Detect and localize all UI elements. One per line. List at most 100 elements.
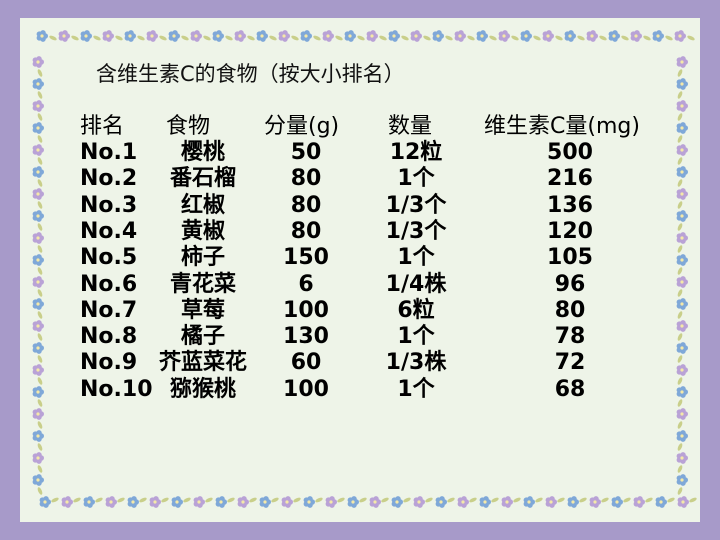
leaf-icon <box>37 487 43 495</box>
leaf-icon <box>381 497 389 503</box>
leaf-icon <box>403 497 411 503</box>
flower-icon <box>567 496 579 508</box>
cell-quantity: 1/3个 <box>385 192 447 218</box>
flower-icon <box>523 496 535 508</box>
flower-icon <box>344 30 357 42</box>
flower-icon <box>388 30 401 42</box>
leaf-icon <box>677 333 683 341</box>
header-vitamin-c: 维生素C量(mg) <box>484 114 640 139</box>
leaf-icon <box>137 35 145 41</box>
cell-vitamin-c: 80 <box>554 297 586 323</box>
cell-rank: No.7 <box>80 297 138 323</box>
leaf-icon <box>357 35 365 41</box>
leaf-icon <box>315 497 323 503</box>
flower-icon <box>32 122 44 134</box>
cell-vitamin-c: 120 <box>547 218 593 244</box>
leaf-icon <box>677 289 683 297</box>
leaf-icon <box>469 497 477 503</box>
leaf-icon <box>423 35 431 41</box>
flower-icon <box>454 30 467 42</box>
leaf-icon <box>37 355 43 363</box>
cell-quantity: 1/4株 <box>385 271 447 297</box>
flower-icon <box>193 496 205 508</box>
flower-icon <box>676 144 688 156</box>
leaf-icon <box>205 497 213 503</box>
leaf-icon <box>269 35 277 41</box>
leaf-icon <box>677 355 683 363</box>
flower-icon <box>542 30 554 42</box>
flower-icon <box>32 232 44 244</box>
leaf-icon <box>677 223 683 231</box>
cell-food: 橘子 <box>180 324 225 350</box>
flower-icon <box>347 496 360 508</box>
leaf-icon <box>689 497 697 503</box>
leaf-icon <box>677 465 683 473</box>
leaf-icon <box>511 35 519 41</box>
cell-quantity: 1个 <box>397 245 435 271</box>
leaf-icon <box>489 35 497 41</box>
cell-portion: 130 <box>283 324 329 350</box>
flower-icon <box>32 276 44 288</box>
flower-icon <box>237 496 249 508</box>
leaf-icon <box>247 35 255 41</box>
leaf-icon <box>401 35 409 41</box>
cell-vitamin-c: 96 <box>554 271 586 297</box>
header-rank: 排名 <box>80 114 125 139</box>
leaf-icon <box>687 35 695 41</box>
flower-icon <box>501 496 513 508</box>
cell-vitamin-c: 216 <box>547 166 593 192</box>
cell-food: 青花菜 <box>169 271 236 297</box>
leaf-icon <box>513 497 521 503</box>
flower-icon <box>633 496 645 508</box>
leaf-icon <box>677 267 683 275</box>
leaf-icon <box>579 497 587 503</box>
cell-vitamin-c: 78 <box>554 324 586 350</box>
leaf-icon <box>313 35 321 41</box>
flower-icon <box>32 408 44 420</box>
leaf-icon <box>677 91 683 99</box>
flower-icon <box>61 496 73 508</box>
cell-food: 黄椒 <box>180 218 225 244</box>
leaf-icon <box>37 289 43 297</box>
flower-icon <box>608 30 620 42</box>
flower-icon <box>32 386 44 398</box>
cell-portion: 150 <box>283 245 329 271</box>
flower-icon <box>83 496 95 508</box>
flower-icon <box>32 364 44 376</box>
flower-icon <box>676 342 688 354</box>
flower-icon <box>168 30 180 42</box>
flower-icon <box>171 496 183 508</box>
cell-portion: 80 <box>290 166 322 192</box>
flower-icon <box>520 30 532 42</box>
leaf-icon <box>51 497 59 503</box>
leaf-icon <box>677 311 683 319</box>
flower-icon <box>676 430 688 442</box>
flower-icon <box>564 30 576 42</box>
leaf-icon <box>467 35 475 41</box>
flower-icon <box>676 100 688 112</box>
flower-icon <box>676 386 688 398</box>
leaf-icon <box>379 35 387 41</box>
flower-icon <box>369 496 382 508</box>
flower-icon <box>630 30 642 42</box>
flower-icon <box>256 30 268 42</box>
leaf-icon <box>667 497 675 503</box>
cell-vitamin-c: 105 <box>547 245 593 271</box>
leaf-icon <box>677 399 683 407</box>
leaf-icon <box>337 497 345 503</box>
leaf-icon <box>71 35 79 41</box>
leaf-icon <box>535 497 543 503</box>
leaf-icon <box>577 35 585 41</box>
flower-icon <box>259 496 271 508</box>
leaf-icon <box>447 497 455 503</box>
leaf-icon <box>677 179 683 187</box>
flower-icon <box>32 342 44 354</box>
flower-icon <box>32 100 44 112</box>
leaf-icon <box>37 311 43 319</box>
leaf-icon <box>37 421 43 429</box>
cell-food: 樱桃 <box>180 140 225 165</box>
cell-rank: No.1 <box>80 140 138 165</box>
leaf-icon <box>37 223 43 231</box>
cell-quantity: 1个 <box>397 324 435 350</box>
leaf-icon <box>599 35 607 41</box>
